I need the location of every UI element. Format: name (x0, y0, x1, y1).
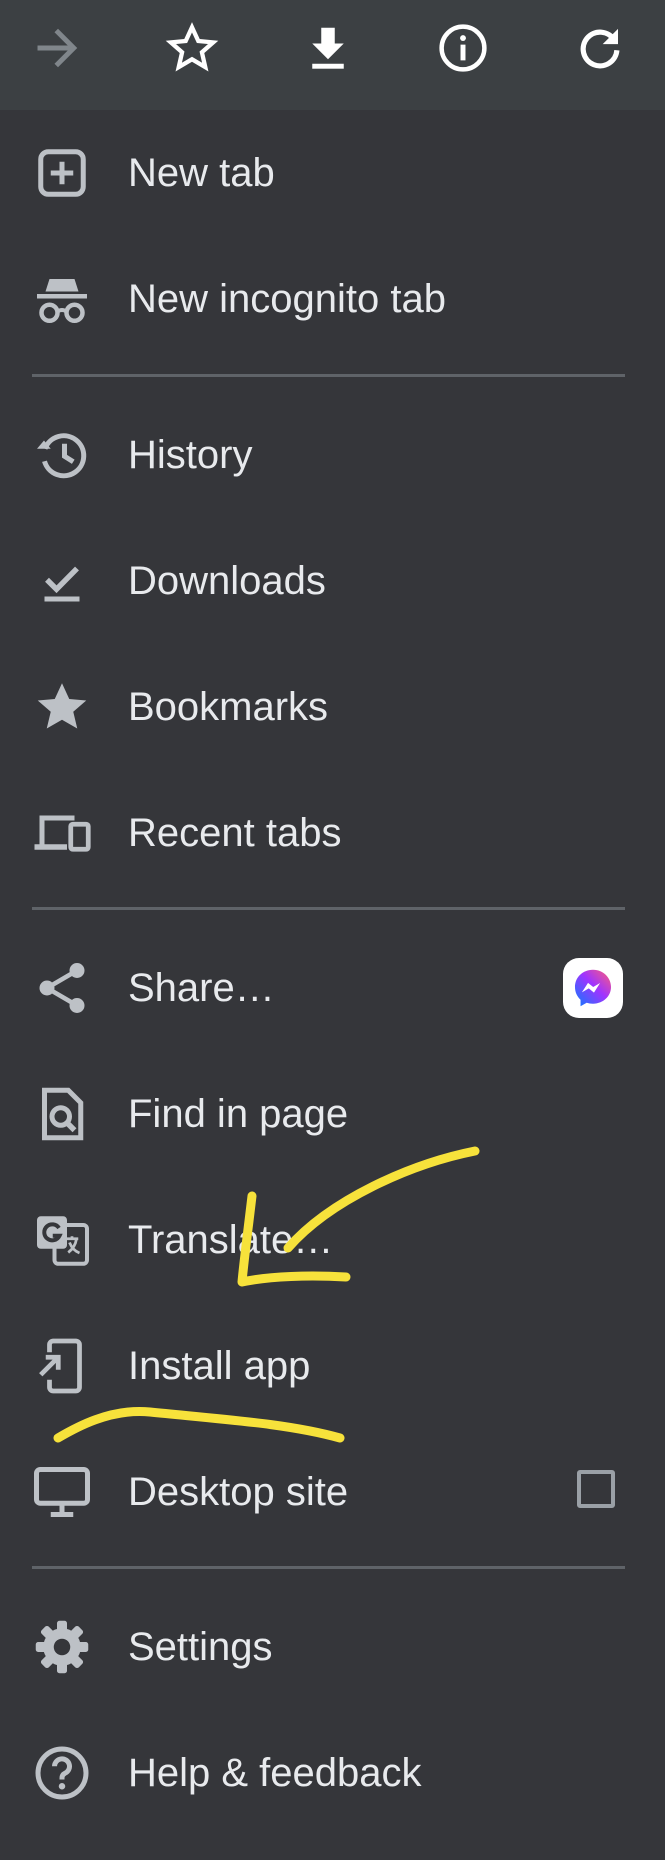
menu-item-translate[interactable]: Translate… (0, 1177, 665, 1303)
menu-item-label: Translate… (128, 1218, 334, 1262)
menu-item-find-in-page[interactable]: Find in page (0, 1051, 665, 1177)
incognito-icon (32, 269, 92, 329)
menu-item-label: Settings (128, 1625, 273, 1669)
menu-item-label: Install app (128, 1344, 311, 1388)
history-icon (32, 425, 92, 485)
refresh-icon (580, 28, 620, 69)
download-done-icon (32, 551, 92, 611)
menu-item-help-feedback[interactable]: Help & feedback (0, 1710, 665, 1836)
menu-item-recent-tabs[interactable]: Recent tabs (0, 770, 665, 896)
plus-box-icon (32, 143, 92, 203)
share-icon (32, 958, 92, 1018)
menu-divider (32, 374, 625, 377)
bookmark-button[interactable] (144, 10, 240, 86)
menu-item-desktop-site[interactable]: Desktop site (0, 1429, 665, 1555)
find-in-page-icon (32, 1084, 92, 1144)
menu-item-new-tab[interactable]: New tab (0, 110, 665, 236)
menu-item-bookmarks[interactable]: Bookmarks (0, 644, 665, 770)
menu-item-label: New incognito tab (128, 277, 446, 321)
download-button[interactable] (280, 10, 376, 86)
desktop-site-checkbox[interactable] (577, 1470, 615, 1508)
reload-button[interactable] (552, 10, 648, 86)
menu-item-history[interactable]: History (0, 392, 665, 518)
messenger-app-icon[interactable] (563, 958, 623, 1018)
star-outline-icon (165, 22, 219, 72)
translate-icon (32, 1210, 92, 1270)
forward-button[interactable] (10, 10, 106, 86)
menu-divider (32, 907, 625, 910)
menu-item-label: Help & feedback (128, 1751, 422, 1795)
forward-arrow-icon (37, 28, 78, 68)
help-icon (32, 1743, 92, 1803)
menu-item-label: Recent tabs (128, 811, 342, 855)
menu-item-share[interactable]: Share… (0, 925, 665, 1051)
menu-item-downloads[interactable]: Downloads (0, 518, 665, 644)
star-filled-icon (32, 677, 92, 737)
menu-item-label: Downloads (128, 559, 326, 603)
menu-item-label: Bookmarks (128, 685, 329, 729)
devices-icon (32, 803, 92, 863)
menu-divider (32, 1566, 625, 1569)
menu-item-label: Find in page (128, 1092, 349, 1136)
menu-toolbar (0, 0, 665, 110)
install-app-icon (32, 1336, 92, 1396)
menu-item-new-incognito-tab[interactable]: New incognito tab (0, 236, 665, 362)
menu-item-label: Share… (128, 966, 275, 1010)
page-info-button[interactable] (415, 10, 511, 86)
menu-item-label: Desktop site (128, 1470, 349, 1514)
info-icon (439, 24, 487, 72)
gear-icon (32, 1617, 92, 1677)
menu-item-label: History (128, 433, 253, 477)
menu-item-label: New tab (128, 151, 275, 195)
download-icon (312, 27, 344, 69)
menu-item-install-app[interactable]: Install app (0, 1303, 665, 1429)
desktop-icon (32, 1462, 92, 1522)
menu-item-settings[interactable]: Settings (0, 1584, 665, 1710)
